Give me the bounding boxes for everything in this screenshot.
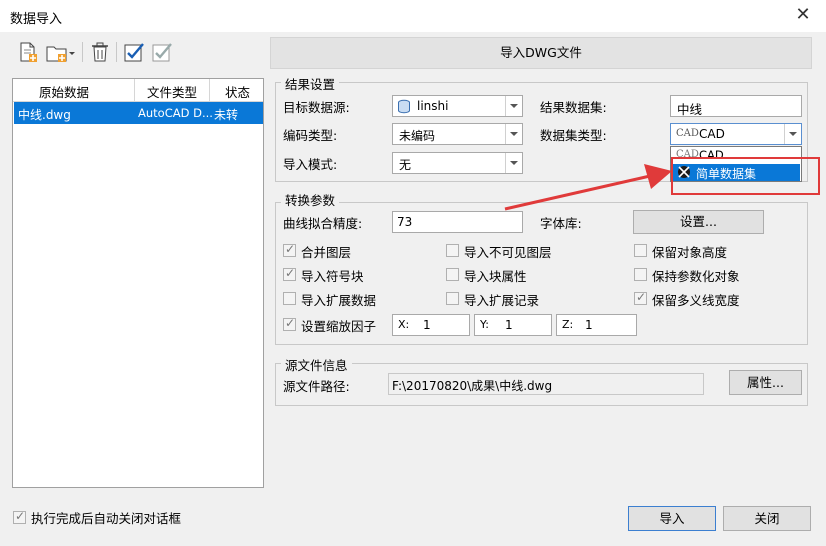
chevron-down-icon[interactable]	[505, 124, 522, 144]
result-dataset-value: 中线	[677, 102, 703, 117]
dataset-type-label: 数据集类型:	[540, 128, 607, 143]
toolbar-separator	[82, 42, 83, 62]
import-symbol-block-checkbox[interactable]	[283, 266, 296, 281]
convert-params-title: 转换参数	[281, 190, 340, 209]
column-divider[interactable]	[209, 79, 210, 101]
keep-object-height-checkbox[interactable]	[634, 244, 647, 257]
window-title: 数据导入	[10, 12, 63, 27]
precision-label: 曲线拟合精度:	[283, 216, 363, 231]
import-button[interactable]: 导入	[628, 506, 716, 531]
column-divider[interactable]	[134, 79, 135, 101]
chevron-down-icon[interactable]	[784, 124, 801, 144]
scale-z-label: Z:	[562, 318, 574, 331]
precision-value: 73	[397, 215, 413, 229]
chevron-down-icon[interactable]	[505, 96, 522, 116]
scale-x-label: X:	[398, 318, 410, 331]
scale-factor-label: 设置缩放因子	[301, 319, 377, 334]
scale-factor-checkbox[interactable]	[283, 316, 296, 331]
import-extended-data-label: 导入扩展数据	[301, 293, 377, 308]
target-datasource-value: linshi	[417, 99, 449, 113]
scale-y-label: Y:	[480, 318, 489, 331]
result-dataset-label: 结果数据集:	[540, 100, 607, 115]
close-icon[interactable]: ✕	[793, 5, 813, 25]
result-settings-title: 结果设置	[281, 74, 340, 93]
invert-select-icon[interactable]	[150, 40, 174, 64]
column-header-status[interactable]: 状态	[225, 82, 250, 101]
delete-icon[interactable]	[88, 40, 112, 64]
encoding-select[interactable]: 未编码	[392, 123, 523, 145]
source-path-field: F:\20170820\成果\中线.dwg	[388, 373, 704, 395]
target-datasource-select[interactable]: linshi	[392, 95, 523, 117]
result-dataset-input[interactable]: 中线	[670, 95, 802, 117]
merge-layers-label: 合并图层	[301, 245, 352, 260]
target-datasource-label: 目标数据源:	[283, 100, 350, 115]
add-folder-icon[interactable]	[44, 40, 76, 64]
import-extended-records-label: 导入扩展记录	[464, 293, 540, 308]
keep-parametric-objects-checkbox[interactable]	[634, 268, 647, 281]
close-button[interactable]: 关闭	[723, 506, 811, 531]
keep-polyline-width-checkbox[interactable]	[634, 290, 647, 305]
keep-object-height-label: 保留对象高度	[652, 245, 728, 260]
page-title: 导入DWG文件	[270, 37, 812, 69]
file-list[interactable]: 原始数据 文件类型 状态 中线.dwg AutoCAD D... 未转	[12, 78, 264, 488]
import-mode-value: 无	[399, 158, 412, 172]
dataset-type-select[interactable]: CAD CAD	[670, 123, 802, 145]
font-library-label: 字体库:	[540, 216, 582, 231]
auto-close-label: 执行完成后自动关闭对话框	[31, 511, 182, 526]
keep-polyline-width-label: 保留多义线宽度	[652, 293, 740, 308]
add-file-icon[interactable]	[16, 40, 40, 64]
cell-status: 未转	[214, 108, 239, 122]
import-mode-label: 导入模式:	[283, 157, 338, 172]
cad-icon: CAD	[676, 128, 699, 139]
import-extended-data-checkbox[interactable]	[283, 292, 296, 305]
scale-z-input[interactable]: Z: 1	[556, 314, 637, 336]
auto-close-checkbox[interactable]	[13, 509, 26, 524]
table-row[interactable]: 中线.dwg AutoCAD D... 未转	[14, 102, 263, 124]
scale-z-value: 1	[585, 318, 593, 332]
scale-x-input[interactable]: X: 1	[392, 314, 470, 336]
cell-type: AutoCAD D...	[138, 106, 213, 120]
column-header-source[interactable]: 原始数据	[39, 82, 89, 101]
source-info-title: 源文件信息	[281, 355, 352, 374]
import-extended-records-checkbox[interactable]	[446, 292, 459, 305]
scale-y-value: 1	[505, 318, 513, 332]
import-block-attributes-label: 导入块属性	[464, 269, 527, 284]
column-header-type[interactable]: 文件类型	[147, 82, 197, 101]
encoding-value: 未编码	[399, 129, 436, 143]
source-path-value: F:\20170820\成果\中线.dwg	[392, 379, 553, 393]
source-path-label: 源文件路径:	[283, 379, 350, 394]
encoding-label: 编码类型:	[283, 128, 338, 143]
import-invisible-layers-checkbox[interactable]	[446, 244, 459, 257]
properties-button[interactable]: 属性...	[729, 370, 802, 395]
toolbar-separator	[116, 42, 117, 62]
cell-name: 中线.dwg	[18, 108, 71, 122]
scale-x-value: 1	[423, 318, 431, 332]
scale-y-input[interactable]: Y: 1	[474, 314, 552, 336]
file-list-header: 原始数据 文件类型 状态	[13, 79, 263, 102]
import-invisible-layers-label: 导入不可见图层	[464, 245, 552, 260]
import-block-attributes-checkbox[interactable]	[446, 268, 459, 281]
dataset-type-value: CAD	[699, 127, 725, 141]
title-bar	[0, 0, 826, 32]
merge-layers-checkbox[interactable]	[283, 242, 296, 257]
annotation-arrow	[504, 164, 672, 211]
select-all-icon[interactable]	[122, 40, 146, 64]
annotation-highlight-box	[671, 157, 820, 195]
keep-parametric-objects-label: 保持参数化对象	[652, 269, 740, 284]
toolbar	[12, 37, 264, 67]
import-symbol-block-label: 导入符号块	[301, 269, 364, 284]
database-icon	[397, 99, 412, 117]
